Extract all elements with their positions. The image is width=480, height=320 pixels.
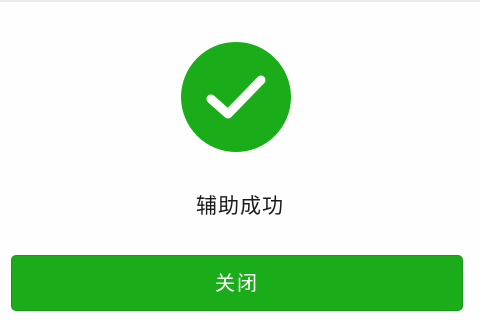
close-button[interactable]: 关闭 (11, 255, 463, 311)
status-message: 辅助成功 (196, 194, 284, 218)
success-checkmark-icon (181, 42, 291, 152)
checkmark-icon (206, 75, 266, 119)
top-divider (0, 0, 480, 2)
result-screen: 辅助成功 关闭 (0, 0, 480, 320)
